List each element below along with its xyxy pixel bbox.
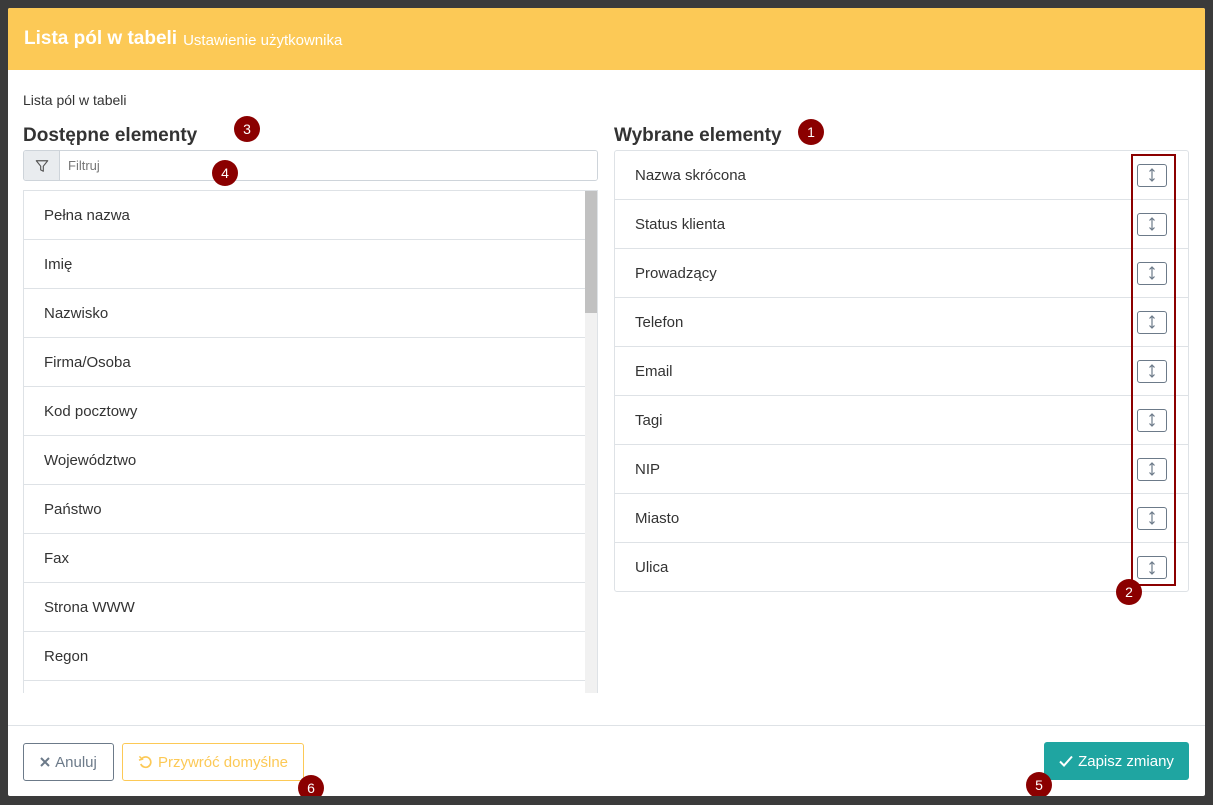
selected-item-label: Nazwa skrócona bbox=[635, 166, 746, 184]
available-list-item[interactable]: Firma/Osoba bbox=[24, 338, 586, 387]
available-list-item[interactable]: Województwo bbox=[24, 436, 586, 485]
modal-dialog: Lista pól w tabeli Ustawienie użytkownik… bbox=[8, 8, 1205, 796]
selected-item-label: Email bbox=[635, 362, 673, 380]
selected-item-label: Telefon bbox=[635, 313, 684, 331]
selected-item-label: Tagi bbox=[635, 411, 663, 429]
selected-item-label: Ulica bbox=[635, 559, 669, 576]
available-list-item[interactable]: Pełna nazwa bbox=[24, 191, 586, 240]
cancel-button[interactable]: Anuluj bbox=[23, 743, 114, 781]
selected-item-label: NIP bbox=[635, 460, 661, 478]
scrollbar[interactable] bbox=[585, 191, 597, 693]
selected-list-item[interactable]: NIP bbox=[615, 445, 1188, 494]
annotation-badge-2: 2 bbox=[1116, 579, 1142, 605]
available-list-item[interactable]: Strona WWW bbox=[24, 583, 586, 632]
selected-item-label: Status klienta bbox=[635, 215, 726, 233]
selected-list-item[interactable]: Status klienta bbox=[615, 200, 1188, 249]
save-label: Zapisz zmiany bbox=[1078, 752, 1174, 770]
cancel-label: Anuluj bbox=[55, 753, 97, 771]
available-title: Dostępne elementy bbox=[23, 125, 198, 146]
available-list[interactable]: Pełna nazwa Imię Nazwisko Firma/Osoba Kod po… bbox=[23, 190, 598, 693]
annotation-highlight-box bbox=[1131, 154, 1176, 586]
save-button[interactable]: Zapisz zmiany bbox=[1044, 742, 1189, 780]
undo-icon bbox=[138, 755, 152, 768]
selected-list-item[interactable]: Nazwa skrócona bbox=[615, 151, 1188, 200]
modal-title: Lista pól w tabeli bbox=[24, 28, 178, 49]
modal-header: Lista pól w tabeli Ustawienie użytkownik… bbox=[8, 8, 1205, 70]
available-list-item[interactable]: Imię bbox=[24, 240, 586, 289]
restore-label: Przywróć domyślne bbox=[157, 753, 289, 771]
modal-footer: Anuluj Przywróć domyślne Zapisz zmiany 6… bbox=[8, 725, 1205, 796]
selected-list-item[interactable]: Prowadzący bbox=[615, 249, 1188, 298]
modal-subtitle: Ustawienie użytkownika bbox=[183, 31, 343, 49]
restore-defaults-button[interactable]: Przywróć domyślne bbox=[122, 743, 304, 781]
close-icon bbox=[40, 757, 50, 767]
annotation-badge-1: 1 bbox=[798, 119, 824, 145]
annotation-badge-5: 5 bbox=[1026, 772, 1052, 796]
available-list-item[interactable]: Kod pocztowy bbox=[24, 387, 586, 436]
check-icon bbox=[1059, 755, 1073, 767]
available-list-item[interactable]: Regon bbox=[24, 632, 586, 681]
available-list-item[interactable]: Państwo bbox=[24, 485, 586, 534]
available-list-item[interactable]: Nazwisko bbox=[24, 289, 586, 338]
filter-icon bbox=[24, 151, 60, 180]
filter-group bbox=[23, 150, 598, 181]
scrollbar-thumb[interactable] bbox=[585, 191, 597, 313]
selected-list-item[interactable]: Telefon bbox=[615, 298, 1188, 347]
modal-body: Lista pól w tabeli Dostępne elementy Wyb… bbox=[8, 70, 1205, 725]
selected-list-item[interactable]: Tagi bbox=[615, 396, 1188, 445]
selected-list[interactable]: Nazwa skrócona Status klienta Prowadzący Te… bbox=[614, 150, 1189, 592]
annotation-badge-3: 3 bbox=[234, 116, 260, 142]
selected-item-label: Miasto bbox=[635, 509, 680, 527]
annotation-badge-6: 6 bbox=[298, 775, 324, 796]
selected-item-label: Prowadzący bbox=[635, 264, 717, 282]
selected-title: Wybrane elementy bbox=[614, 125, 782, 146]
filter-input[interactable] bbox=[60, 151, 597, 180]
available-list-item[interactable]: Fax bbox=[24, 534, 586, 583]
selected-list-item[interactable]: Miasto bbox=[615, 494, 1188, 543]
selected-list-item[interactable]: Email bbox=[615, 347, 1188, 396]
list-caption: Lista pól w tabeli bbox=[23, 92, 127, 108]
selected-list-item[interactable]: Ulica bbox=[615, 543, 1188, 591]
annotation-badge-4: 4 bbox=[212, 160, 238, 186]
